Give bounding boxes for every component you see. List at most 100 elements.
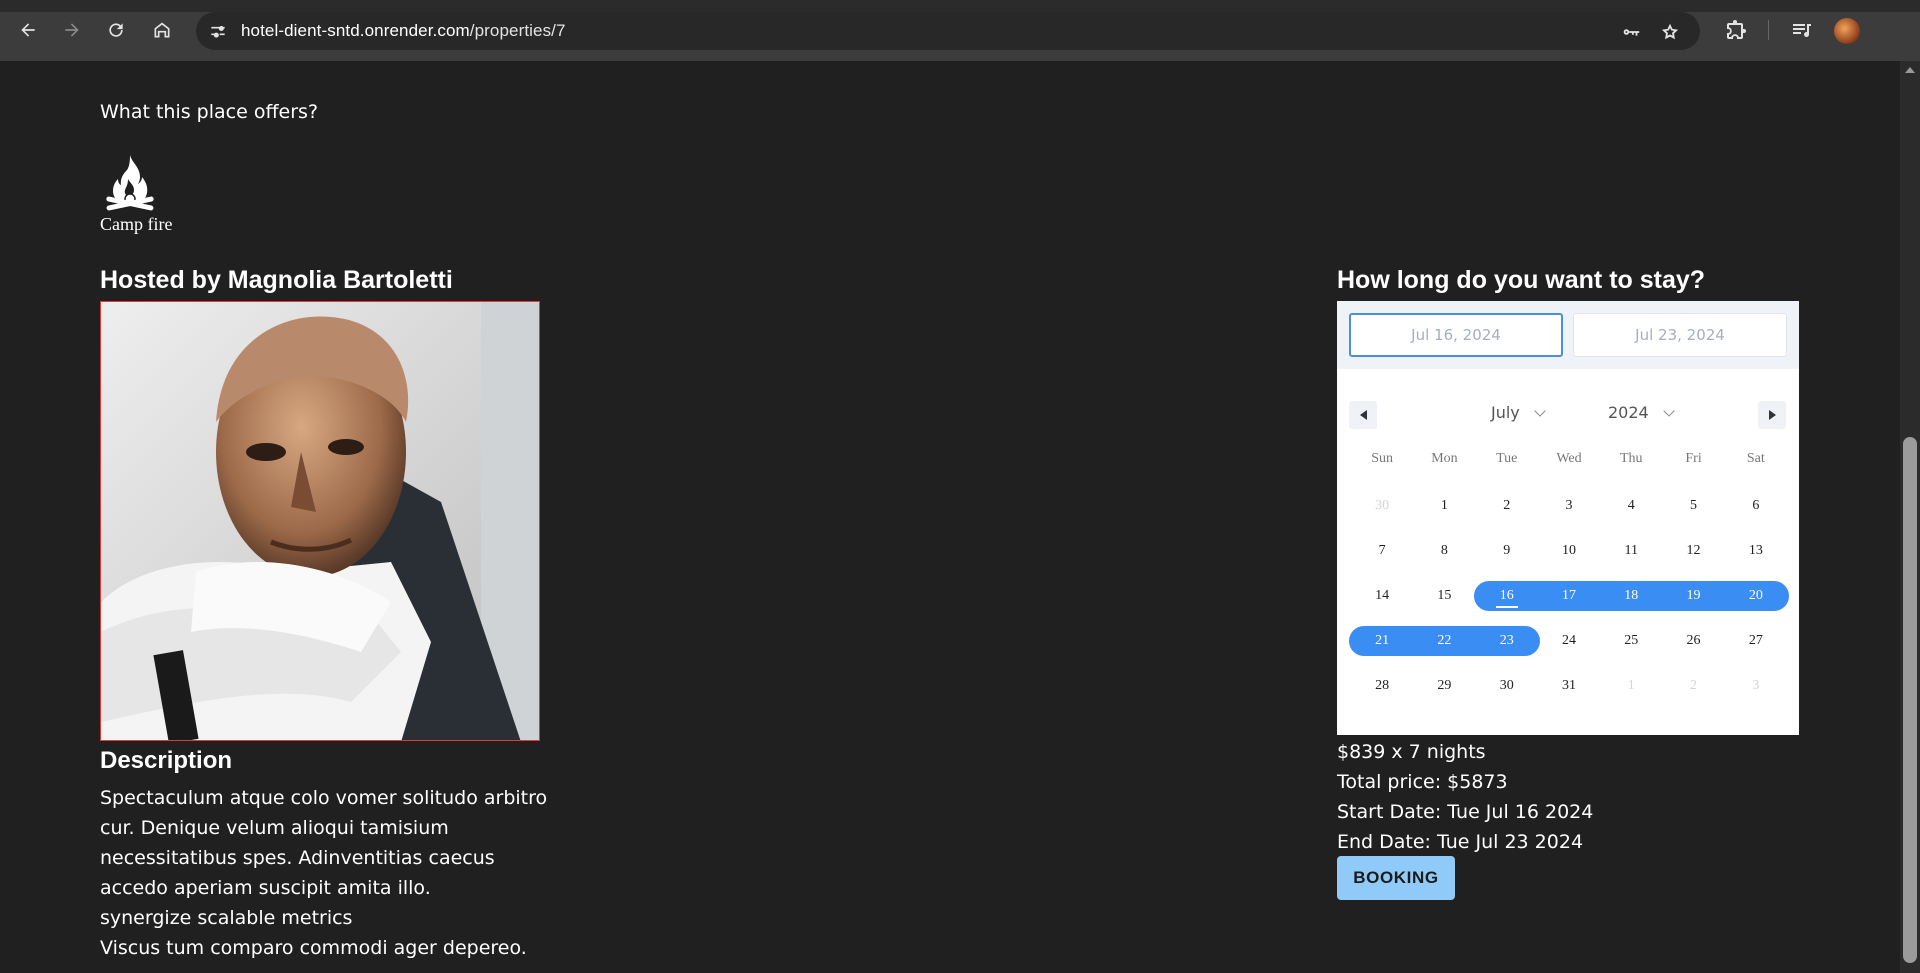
calendar-day[interactable]: 8: [1413, 536, 1475, 566]
calendar-day[interactable]: 14: [1351, 581, 1413, 611]
calendar-day[interactable]: 2: [1476, 491, 1538, 521]
media-queue-icon[interactable]: [1790, 18, 1814, 42]
description-line: Viscus tum comparo commodi ager depereo.: [100, 937, 527, 959]
calendar-week-row: 7 8 9 10 11 12 13: [1351, 536, 1787, 581]
description-line: cur. Denique velum alioqui tamisium: [100, 817, 449, 839]
calendar-day[interactable]: 26: [1662, 626, 1724, 656]
calendar-day[interactable]: 3: [1725, 671, 1787, 701]
calendar-day[interactable]: 17: [1538, 581, 1600, 611]
end-date-input[interactable]: Jul 23, 2024: [1573, 313, 1787, 357]
host-photo: [100, 301, 540, 741]
chevron-down-icon: [1663, 404, 1675, 417]
calendar-week-row: 30 1 2 3 4 5 6: [1351, 491, 1787, 536]
caret-left-icon: [1359, 410, 1367, 420]
calendar-day[interactable]: 19: [1662, 581, 1724, 611]
calendar-day[interactable]: 27: [1725, 626, 1787, 656]
calendar-day[interactable]: 15: [1413, 581, 1475, 611]
weekday-label: Sun: [1371, 451, 1394, 466]
weekday-label: Mon: [1431, 451, 1458, 466]
bookmark-star-icon[interactable]: [1659, 21, 1681, 43]
prev-month-button[interactable]: [1349, 401, 1377, 429]
calendar-day[interactable]: 1: [1600, 671, 1662, 701]
year-select-value: 2024: [1608, 403, 1649, 422]
amenity-label: Camp fire: [100, 214, 173, 234]
booking-button[interactable]: BOOKING: [1337, 856, 1455, 900]
calendar-day[interactable]: 11: [1600, 536, 1662, 566]
reload-button[interactable]: [102, 16, 130, 44]
total-price: Total price: $5873: [1337, 771, 1508, 793]
month-select-value: July: [1491, 403, 1520, 422]
start-date-input[interactable]: Jul 16, 2024: [1349, 313, 1563, 357]
reload-icon: [109, 23, 123, 37]
calendar-day[interactable]: 2: [1662, 671, 1724, 701]
month-select[interactable]: July: [1491, 403, 1546, 422]
calendar-day[interactable]: 30: [1476, 671, 1538, 701]
arrow-left-icon: [21, 23, 35, 37]
date-inputs-bar: Jul 16, 2024 Jul 23, 2024: [1337, 301, 1799, 369]
site-info-icon[interactable]: [208, 21, 228, 41]
description-text: Spectaculum atque colo vomer solitudo ar…: [100, 783, 550, 963]
description-line: accedo aperiam suscipit amita illo.: [100, 877, 431, 899]
price-summary: $839 x 7 nights Total price: $5873 Start…: [1337, 737, 1593, 857]
url-path: /properties/7: [469, 21, 566, 40]
back-button[interactable]: [14, 16, 42, 44]
calendar-day[interactable]: 4: [1600, 491, 1662, 521]
calendar-day[interactable]: 23: [1476, 626, 1538, 656]
calendar-day[interactable]: 22: [1413, 626, 1475, 656]
calendar-day[interactable]: 25: [1600, 626, 1662, 656]
page-scrollbar[interactable]: [1900, 61, 1920, 973]
host-heading: Hosted by Magnolia Bartoletti: [100, 266, 453, 294]
year-select[interactable]: 2024: [1608, 403, 1675, 422]
scrollbar-thumb[interactable]: [1903, 437, 1917, 963]
calendar-day[interactable]: 5: [1662, 491, 1724, 521]
calendar-day[interactable]: 21: [1351, 626, 1413, 656]
date-range-picker: Jul 16, 2024 Jul 23, 2024 July 2024 Sun …: [1337, 301, 1799, 735]
calendar-grid: 30 1 2 3 4 5 6 7 8 9 10 11 12 13 14 15 16 17 18 19 20 21 22 23 2…: [1349, 491, 1789, 716]
home-icon: [154, 22, 170, 38]
calendar-day[interactable]: 30: [1351, 491, 1413, 521]
nightly-price: $839 x 7 nights: [1337, 741, 1486, 763]
weekday-label: Thu: [1619, 451, 1643, 466]
calendar-day[interactable]: 31: [1538, 671, 1600, 701]
weekday-label: Wed: [1556, 451, 1582, 466]
next-month-button[interactable]: [1758, 401, 1786, 429]
calendar-day[interactable]: 1: [1413, 491, 1475, 521]
toolbar-separator: [1768, 20, 1769, 40]
campfire-icon: [106, 155, 154, 211]
calendar-day[interactable]: 16: [1476, 581, 1538, 611]
calendar-day[interactable]: 6: [1725, 491, 1787, 521]
url-domain: hotel-dient-sntd.onrender.com: [241, 21, 470, 40]
calendar-day[interactable]: 3: [1538, 491, 1600, 521]
description-heading: Description: [100, 747, 233, 774]
calendar-day[interactable]: 28: [1351, 671, 1413, 701]
browser-toolbar: hotel-dient-sntd.onrender.com/properties…: [0, 0, 1920, 61]
weekday-header: Sun Mon Tue Wed Thu Fri Sat: [1351, 451, 1787, 467]
profile-avatar[interactable]: [1834, 18, 1860, 44]
arrow-right-icon: [65, 23, 79, 37]
amenity-campfire: Camp fire: [100, 153, 180, 235]
calendar-day[interactable]: 12: [1662, 536, 1724, 566]
chevron-down-icon: [1534, 404, 1546, 417]
calendar-day[interactable]: 20: [1725, 581, 1787, 611]
calendar-week-row: 28 29 30 31 1 2 3: [1351, 671, 1787, 716]
weekday-label: Tue: [1496, 451, 1518, 466]
amenities-heading: What this place offers?: [100, 101, 319, 123]
page-content: What this place offers? Camp fire Hosted…: [0, 61, 1900, 973]
calendar-day[interactable]: 24: [1538, 626, 1600, 656]
calendar-day[interactable]: 29: [1413, 671, 1475, 701]
home-button[interactable]: [148, 16, 176, 44]
extensions-puzzle-icon[interactable]: [1724, 18, 1748, 42]
calendar-day[interactable]: 13: [1725, 536, 1787, 566]
scroll-up-icon[interactable]: [1905, 67, 1915, 73]
stay-heading: How long do you want to stay?: [1337, 266, 1706, 294]
calendar-day[interactable]: 18: [1600, 581, 1662, 611]
address-bar[interactable]: hotel-dient-sntd.onrender.com/properties…: [196, 12, 1700, 50]
description-line: synergize scalable metrics: [100, 907, 353, 929]
calendar-day[interactable]: 9: [1476, 536, 1538, 566]
password-key-icon[interactable]: [1620, 21, 1642, 43]
calendar-day[interactable]: 7: [1351, 536, 1413, 566]
url-text: hotel-dient-sntd.onrender.com/properties…: [241, 21, 566, 41]
weekday-label: Fri: [1685, 451, 1702, 466]
forward-button[interactable]: [58, 16, 86, 44]
calendar-day[interactable]: 10: [1538, 536, 1600, 566]
